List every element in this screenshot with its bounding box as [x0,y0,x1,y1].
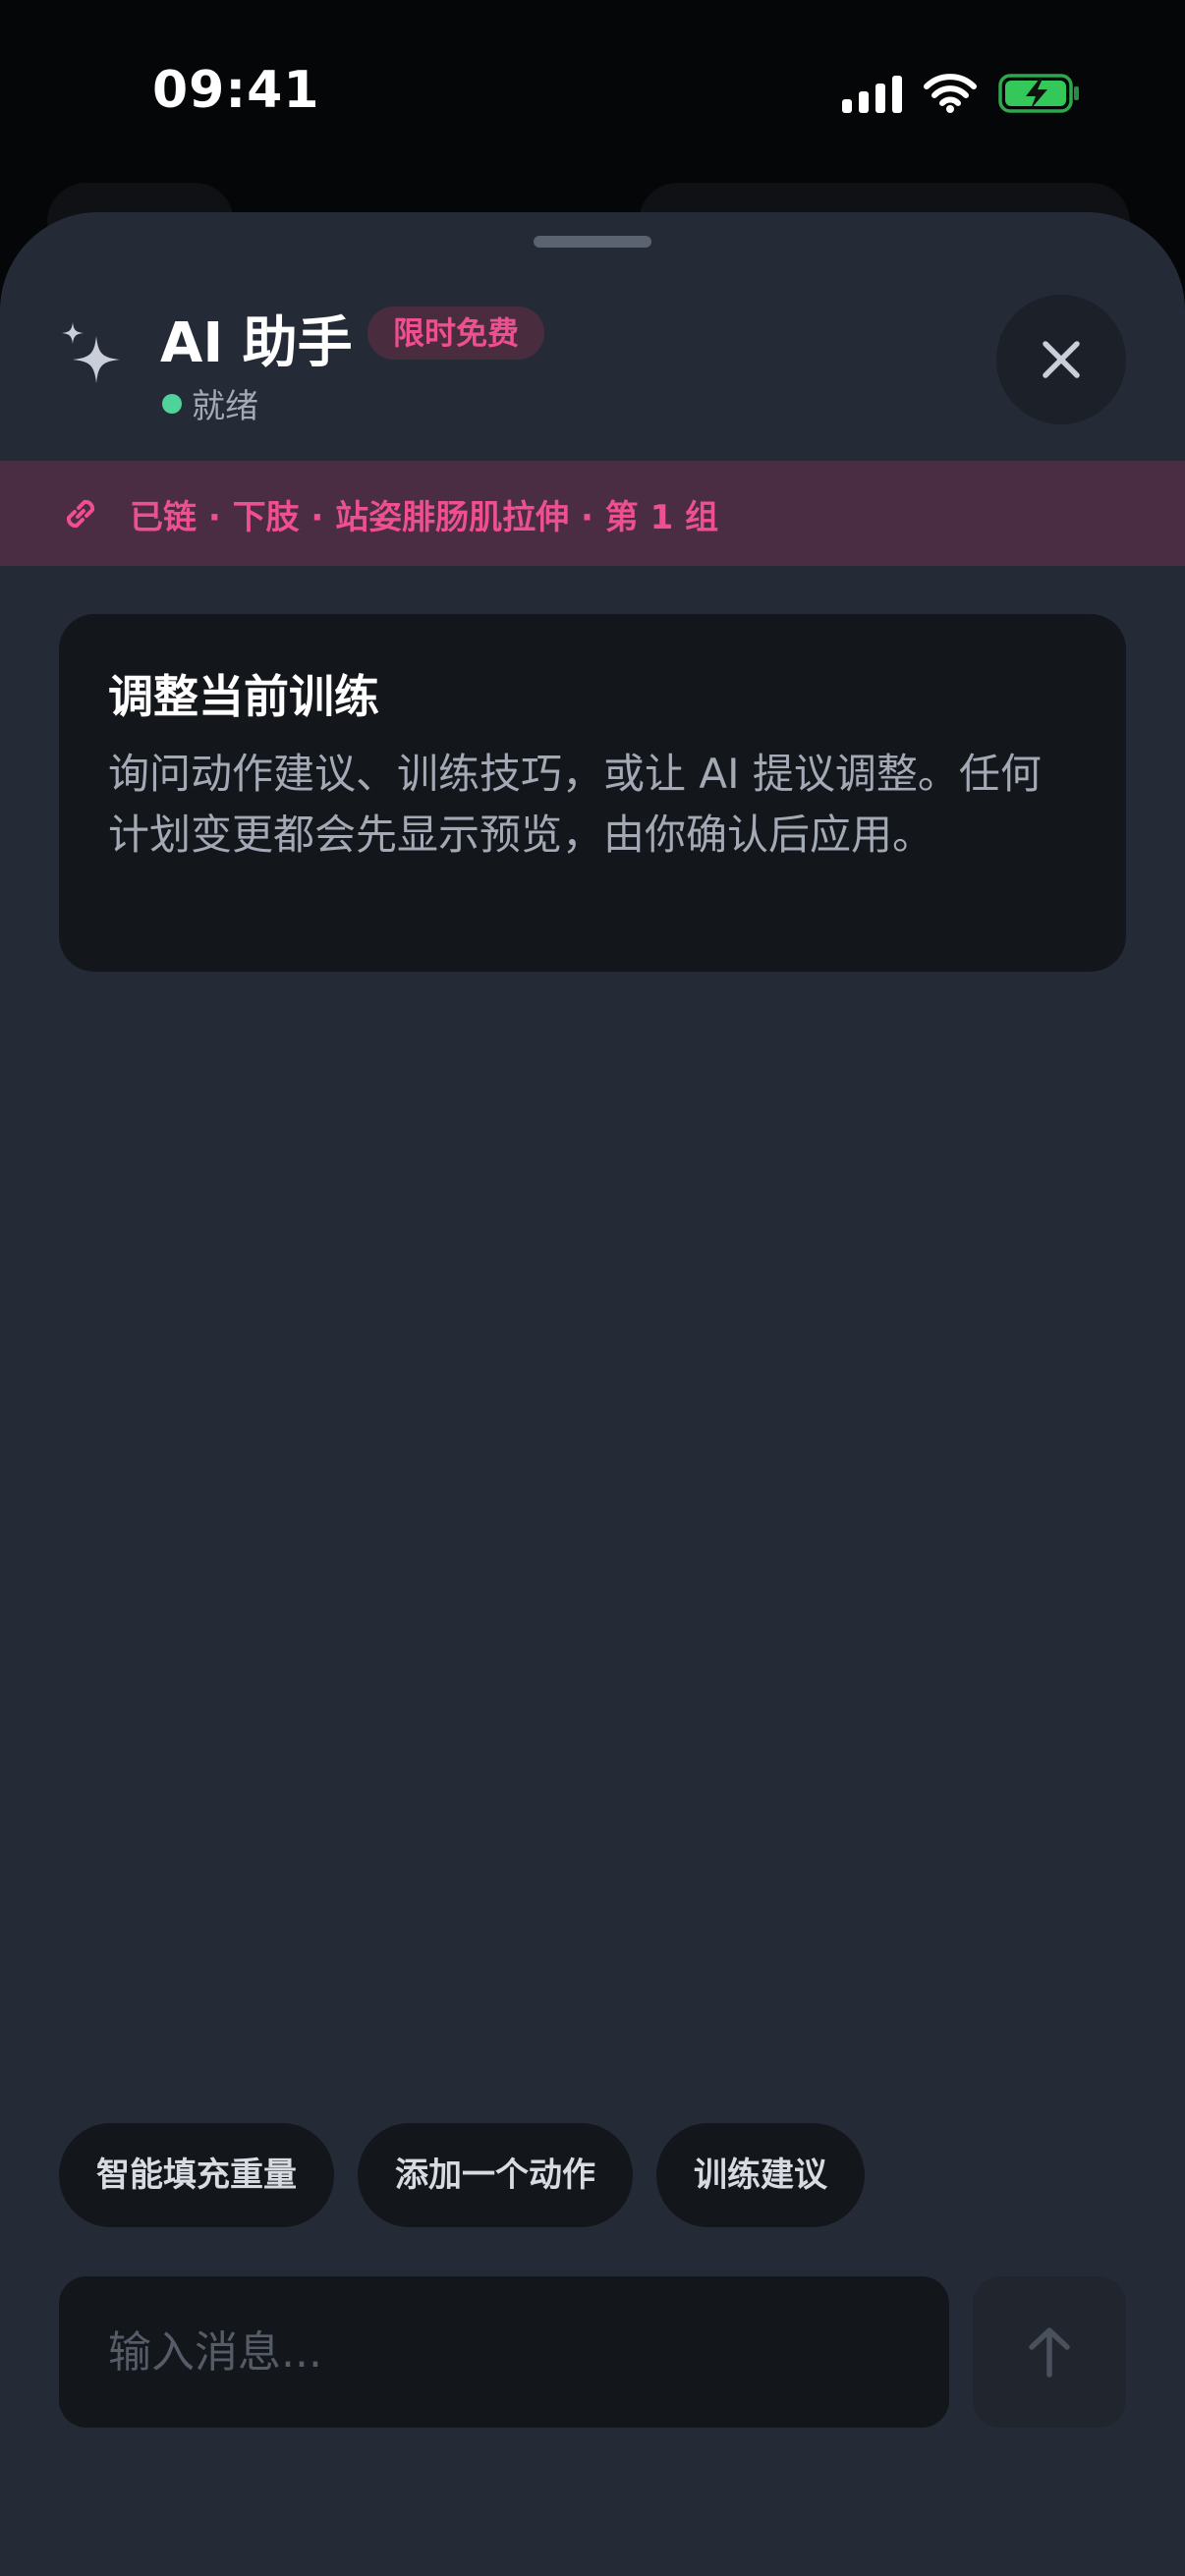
intro-card: 调整当前训练 询问动作建议、训练技巧，或让 AI 提议调整。任何计划变更都会先显… [59,614,1126,972]
close-icon [1043,341,1080,378]
wifi-icon [924,74,977,113]
send-button[interactable] [973,2276,1126,2428]
screen: 09:41 AI 助手 限时免费 就绪 已链 · 下肢 · 站姿腓肠肌拉伸 · … [0,0,1185,2576]
assistant-title: AI 助手 [160,311,353,375]
status-icons [842,73,1081,114]
chip-add-exercise[interactable]: 添加一个动作 [358,2123,633,2227]
free-badge: 限时免费 [367,307,545,360]
assistant-status: 就绪 [162,379,258,427]
sparkle-icon [62,322,120,383]
arrow-up-icon [1029,2327,1070,2378]
status-time: 09:41 [152,61,320,120]
status-dot [162,393,182,414]
assistant-header: AI 助手 限时免费 就绪 [0,212,1185,461]
assistant-sheet: AI 助手 限时免费 就绪 已链 · 下肢 · 站姿腓肠肌拉伸 · 第 1 组 … [0,212,1185,2576]
quick-action-chips: 智能填充重量 添加一个动作 训练建议 [59,2123,865,2227]
chip-smart-fill-weight[interactable]: 智能填充重量 [59,2123,334,2227]
close-button[interactable] [996,295,1126,424]
battery-charging-icon [998,74,1079,113]
intro-body: 询问动作建议、训练技巧，或让 AI 提议调整。任何计划变更都会先显示预览，由你确… [108,750,1042,859]
status-text: 就绪 [192,387,258,426]
cellular-signal-icon [842,74,902,113]
linked-context-strip: 已链 · 下肢 · 站姿腓肠肌拉伸 · 第 1 组 [0,461,1185,566]
linked-context-text: 已链 · 下肢 · 站姿腓肠肌拉伸 · 第 1 组 [130,498,719,537]
chip-training-advice[interactable]: 训练建议 [656,2123,865,2227]
link-icon [66,499,95,529]
intro-title: 调整当前训练 [108,670,379,723]
status-bar: 09:41 [0,0,1185,187]
message-input[interactable] [59,2276,949,2428]
